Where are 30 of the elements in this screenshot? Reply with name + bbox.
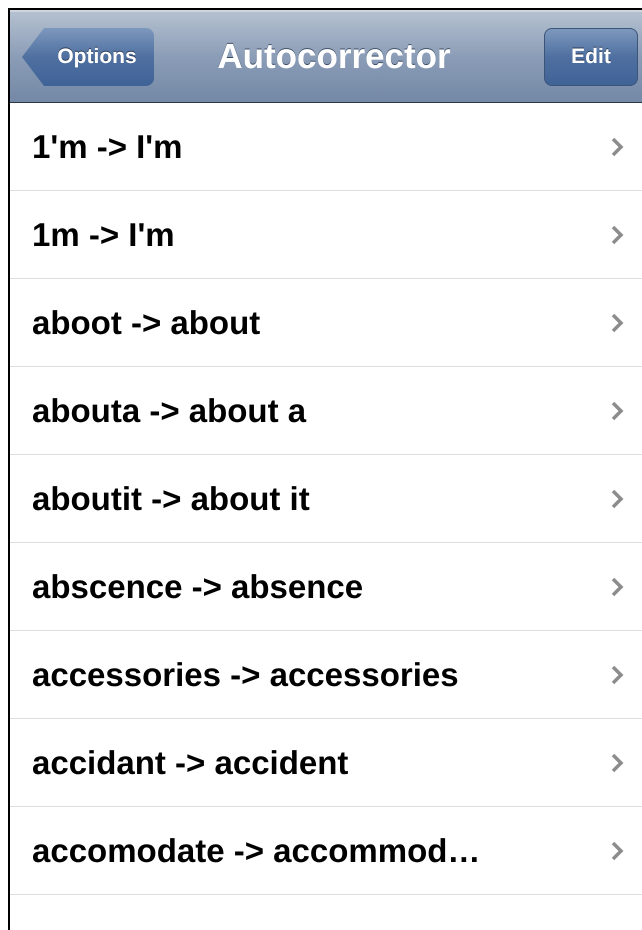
nav-title: Autocorrector bbox=[216, 37, 452, 77]
list-row[interactable]: 1m -> I'm bbox=[10, 191, 642, 279]
chevron-icon bbox=[610, 224, 624, 246]
row-label: accomodate -> accommod… bbox=[32, 832, 482, 870]
list-row[interactable]: aboutit -> about it bbox=[10, 455, 642, 543]
row-label: accessories -> accessories bbox=[32, 656, 460, 694]
back-button[interactable]: Options bbox=[22, 28, 154, 86]
row-label: aboot -> about bbox=[32, 304, 262, 342]
chevron-icon bbox=[610, 664, 624, 686]
chevron-icon bbox=[610, 576, 624, 598]
list-row[interactable]: accomodate -> accommod… bbox=[10, 807, 642, 895]
list-row[interactable]: 1'm -> I'm bbox=[10, 103, 642, 191]
chevron-icon bbox=[610, 312, 624, 334]
list-row[interactable]: accessories -> accessories bbox=[10, 631, 642, 719]
edit-button[interactable]: Edit bbox=[544, 28, 638, 86]
list-row[interactable]: aboot -> about bbox=[10, 279, 642, 367]
chevron-icon bbox=[610, 488, 624, 510]
row-label: accidant -> accident bbox=[32, 744, 350, 782]
row-label: abscence -> absence bbox=[32, 568, 364, 606]
list-row[interactable]: abscence -> absence bbox=[10, 543, 642, 631]
row-label: abouta -> about a bbox=[32, 392, 308, 430]
row-label: 1'm -> I'm bbox=[32, 128, 184, 166]
row-label: aboutit -> about it bbox=[32, 480, 311, 518]
chevron-icon bbox=[610, 752, 624, 774]
chevron-icon bbox=[610, 840, 624, 862]
chevron-icon bbox=[610, 136, 624, 158]
chevron-icon bbox=[610, 400, 624, 422]
row-label: 1m -> I'm bbox=[32, 216, 176, 254]
list-row[interactable]: abouta -> about a bbox=[10, 367, 642, 455]
list-row[interactable]: accidant -> accident bbox=[10, 719, 642, 807]
